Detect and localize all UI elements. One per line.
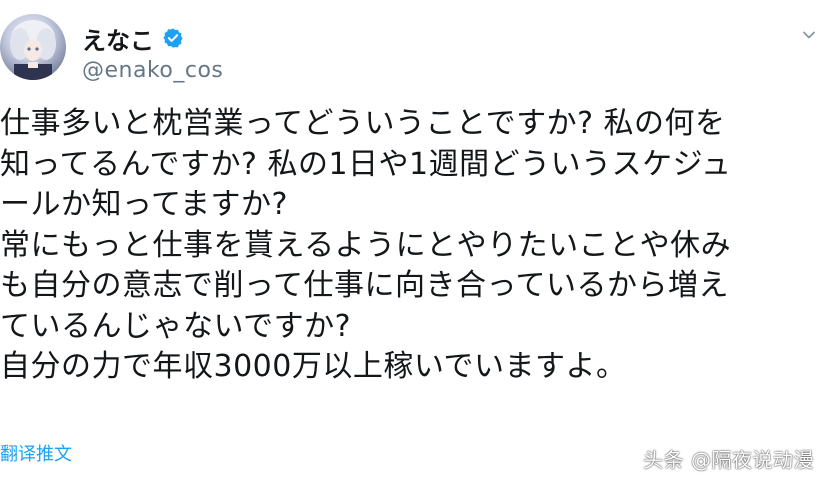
tweet-text-line: ているんじゃないですか? — [0, 308, 352, 344]
chevron-down-icon[interactable] — [800, 26, 818, 44]
avatar[interactable] — [0, 14, 66, 80]
user-handle[interactable]: @enako_cos — [82, 58, 223, 83]
verified-badge-icon — [162, 27, 184, 49]
translate-tweet-link[interactable]: 翻译推文 — [0, 440, 72, 466]
tweet-text-line: ールか知ってますか? — [0, 187, 288, 222]
tweet-text-line: 常にもっと仕事を貰えるようにとやりたいことや休み — [0, 227, 732, 263]
tweet-header: えなこ @enako_cos — [82, 24, 223, 84]
tweet-text: 仕事多いと枕営業ってどういうことですか? 私の何を 知ってるんですか? 私の1日… — [0, 104, 828, 388]
tweet-text-line: 知ってるんですか? 私の1日や1週間どういうスケジュ — [0, 146, 732, 182]
tweet-text-line: 自分の力で年収3000万以上稼いでいますよ。 — [0, 349, 627, 384]
watermark: 头条 @隔夜说动漫 — [643, 448, 814, 472]
tweet-text-line: も自分の意志で削って仕事に向き合っているから増え — [0, 268, 729, 303]
name-row: えなこ — [82, 24, 223, 55]
display-name[interactable]: えなこ — [82, 21, 154, 56]
tweet-text-line: 仕事多いと枕営業ってどういうことですか? 私の何を — [0, 106, 726, 141]
